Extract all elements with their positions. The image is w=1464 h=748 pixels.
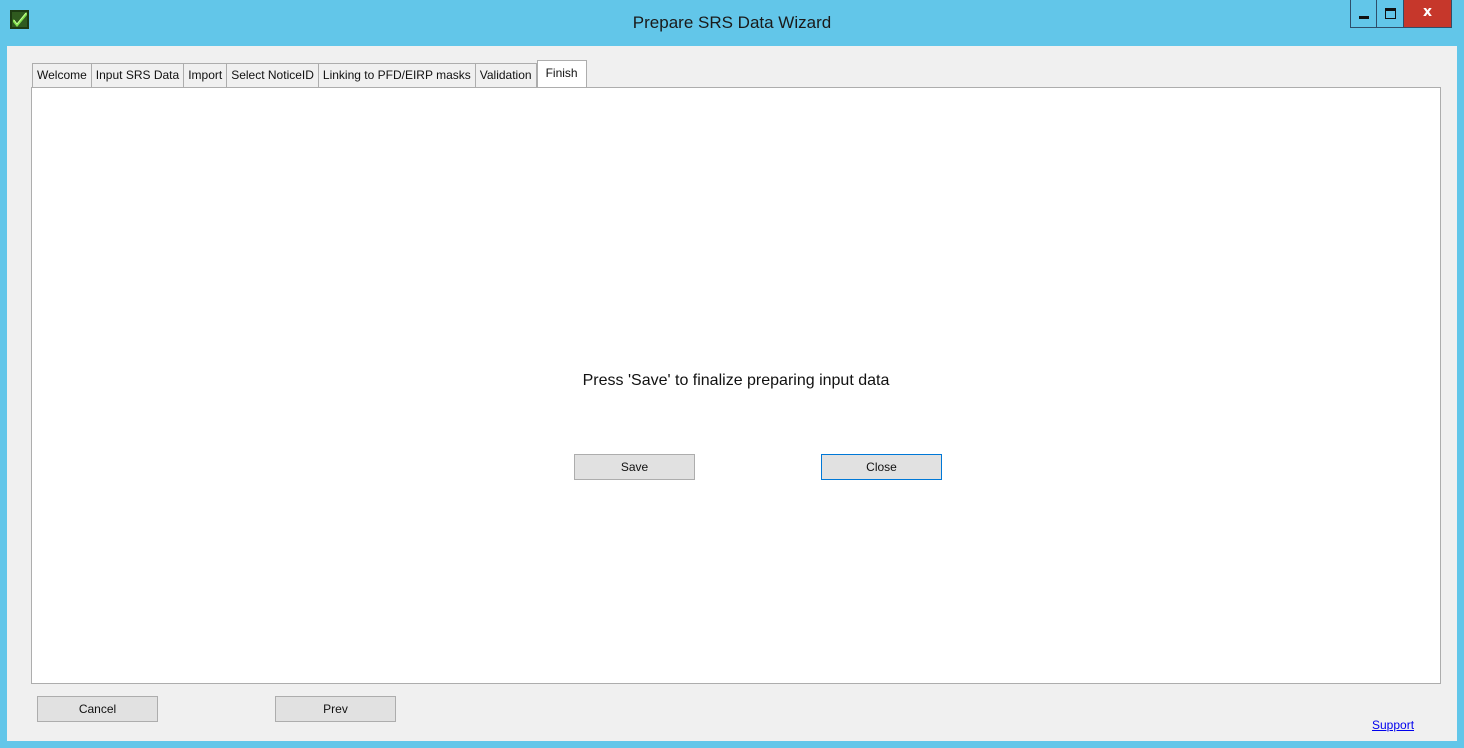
finish-message: Press 'Save' to finalize preparing input… <box>582 372 890 389</box>
wizard-window: Prepare SRS Data Wizard x Welcome Input … <box>0 0 1464 748</box>
minimize-button[interactable] <box>1350 0 1377 28</box>
cancel-button[interactable]: Cancel <box>37 696 158 722</box>
support-link[interactable]: Support <box>1372 718 1414 732</box>
maximize-button[interactable] <box>1377 0 1404 28</box>
window-title: Prepare SRS Data Wizard <box>632 13 832 32</box>
tab-select-noticeid[interactable]: Select NoticeID <box>226 63 319 87</box>
tab-input-srs-data[interactable]: Input SRS Data <box>90 63 185 87</box>
save-button[interactable]: Save <box>574 454 695 480</box>
tab-welcome[interactable]: Welcome <box>32 63 92 87</box>
prev-button[interactable]: Prev <box>275 696 396 722</box>
window-client-area: Welcome Input SRS Data Import Select Not… <box>7 46 1457 741</box>
tab-validation[interactable]: Validation <box>474 63 537 87</box>
window-controls: x <box>1350 0 1452 28</box>
finish-tab-panel: Press 'Save' to finalize preparing input… <box>31 87 1441 684</box>
maximize-icon <box>1385 8 1396 19</box>
minimize-icon <box>1359 16 1369 19</box>
tab-import[interactable]: Import <box>183 63 228 87</box>
close-window-button[interactable]: x <box>1404 0 1452 28</box>
tab-finish[interactable]: Finish <box>536 60 587 87</box>
wizard-tabs: Welcome Input SRS Data Import Select Not… <box>32 60 587 87</box>
title-bar[interactable]: Prepare SRS Data Wizard x <box>0 0 1464 46</box>
close-icon: x <box>1422 4 1433 20</box>
close-button[interactable]: Close <box>821 454 942 480</box>
tab-linking-to-masks[interactable]: Linking to PFD/EIRP masks <box>317 63 476 87</box>
